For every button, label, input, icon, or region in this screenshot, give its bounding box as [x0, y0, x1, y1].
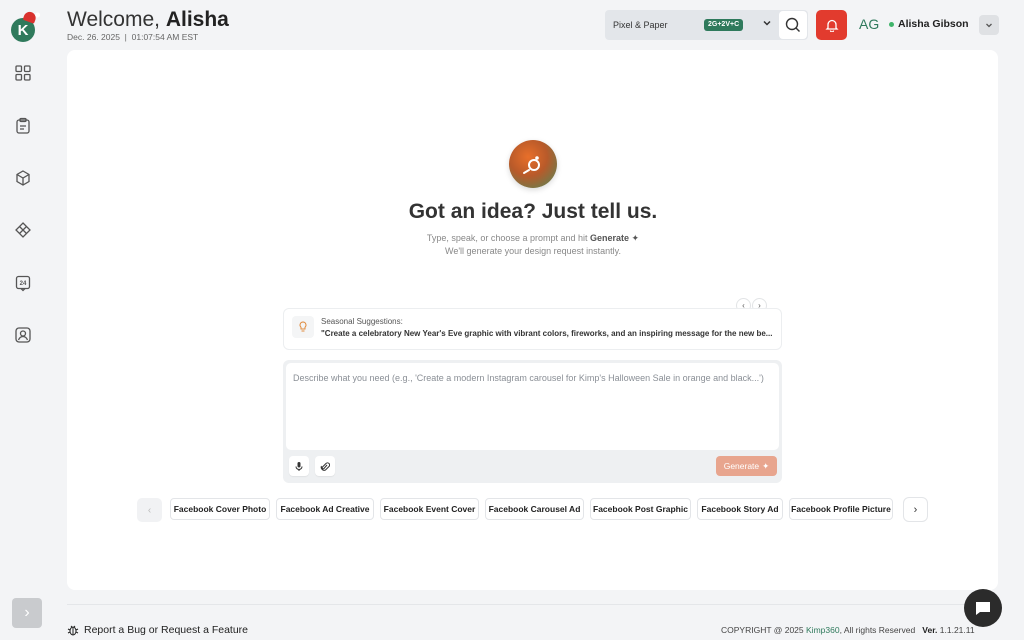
version-label: Ver. [922, 625, 938, 635]
rights-text: , All rights Reserved [839, 625, 916, 635]
hero-subtitle-line2: We'll generate your design request insta… [445, 246, 621, 256]
prompt-chip[interactable]: Facebook Story Ad [697, 498, 783, 520]
workspace-name: Pixel & Paper [613, 20, 668, 30]
lightbulb-icon [292, 316, 314, 338]
suggestion-label: Seasonal Suggestions: [321, 317, 403, 326]
bell-icon [824, 19, 839, 32]
footer-divider [67, 604, 998, 605]
online-status-dot [889, 22, 894, 27]
chips-next-button[interactable]: › [903, 497, 928, 522]
generate-button[interactable]: Generate ✦ [716, 456, 777, 476]
user-frame-icon [15, 327, 31, 343]
chevron-right-icon: › [24, 604, 30, 621]
generate-label: Generate [723, 461, 760, 471]
sidebar-item-account[interactable] [14, 326, 32, 344]
sidebar-item-support[interactable]: 24 [14, 274, 32, 292]
clipboard-icon [16, 117, 30, 134]
current-date: Dec. 26. 2025 [67, 32, 120, 42]
report-bug-label: Report a Bug or Request a Feature [84, 624, 249, 636]
cube-icon [16, 170, 30, 186]
report-bug-link[interactable]: Report a Bug or Request a Feature [67, 624, 248, 636]
seasonal-suggestion-card[interactable]: Seasonal Suggestions: "Create a celebrat… [283, 308, 782, 350]
copyright-prefix: COPYRIGHT @ 2025 [721, 625, 804, 635]
chat-widget-button[interactable] [964, 589, 1002, 627]
prompt-chip[interactable]: Facebook Cover Photo [170, 498, 270, 520]
copyright-text: COPYRIGHT @ 2025 Kimp360, All rights Res… [721, 625, 975, 635]
microphone-icon [295, 461, 303, 471]
prompt-composer: Generate✦ [283, 360, 782, 483]
search-button[interactable] [779, 11, 807, 39]
prompt-chip[interactable]: Facebook Carousel Ad [485, 498, 584, 520]
welcome-user-name: Alisha [165, 8, 229, 31]
svg-text:24: 24 [20, 281, 27, 287]
prompt-chip[interactable]: Facebook Event Cover [380, 498, 479, 520]
sidebar: K 24 › [0, 0, 50, 640]
sidebar-item-assets[interactable] [14, 169, 32, 187]
voice-input-button[interactable] [289, 456, 309, 476]
date-time: Dec. 26. 2025 | 01:07:54 AM EST [67, 32, 198, 42]
hero-subtitle-action: Generate [590, 233, 630, 243]
plan-badge: 2G+2V+C [704, 19, 744, 31]
attach-file-button[interactable] [315, 456, 335, 476]
sidebar-expand-button[interactable]: › [12, 598, 42, 628]
grid-icon [15, 65, 31, 81]
current-time: 01:07:54 AM EST [131, 32, 199, 42]
welcome-prefix: Welcome, [67, 8, 160, 31]
hero-headline: Got an idea? Just tell us. [408, 200, 658, 223]
logo-letter: K [17, 21, 29, 39]
sidebar-item-requests[interactable] [14, 117, 32, 135]
search-icon [785, 17, 800, 32]
paperclip-icon [320, 461, 330, 471]
bug-icon [67, 625, 79, 636]
date-separator: | [124, 32, 127, 42]
sparkle-icon: ✦ [762, 460, 770, 471]
chevron-down-icon [986, 23, 992, 28]
prompt-chip[interactable]: Facebook Post Graphic [590, 498, 691, 520]
chat-bubble-icon [976, 602, 990, 615]
sidebar-item-dashboard[interactable] [14, 64, 32, 82]
user-name[interactable]: Alisha Gibson [898, 18, 969, 30]
user-menu-button[interactable] [979, 15, 999, 35]
chevron-left-icon: ‹ [147, 504, 152, 516]
prompt-input[interactable] [286, 363, 779, 450]
suggestion-text: "Create a celebratory New Year's Eve gra… [321, 329, 773, 338]
ai-assistant-orb-icon [509, 140, 557, 188]
chips-prev-button[interactable]: ‹ [137, 498, 162, 522]
notifications-button[interactable] [816, 10, 847, 40]
sparkle-icon: ✦ [631, 233, 640, 243]
chevron-right-icon: › [913, 503, 918, 516]
page-title: Welcome, Alisha [67, 8, 229, 32]
calendar-24-icon: 24 [15, 275, 31, 292]
prompt-chip[interactable]: Facebook Profile Picture [789, 498, 893, 520]
user-initials[interactable]: AG [859, 16, 879, 32]
hero-subtitle-text: Type, speak, or choose a prompt and hit [426, 233, 588, 243]
prompt-chip[interactable]: Facebook Ad Creative [276, 498, 374, 520]
chevron-down-icon [762, 18, 772, 31]
version-number: 1.1.21.11 [939, 625, 975, 635]
hero-subtitle: Type, speak, or choose a prompt and hit … [0, 233, 1024, 244]
brand-link[interactable]: Kimp360 [806, 625, 840, 635]
workspace-selector[interactable]: Pixel & Paper 2G+2V+C [605, 10, 808, 40]
